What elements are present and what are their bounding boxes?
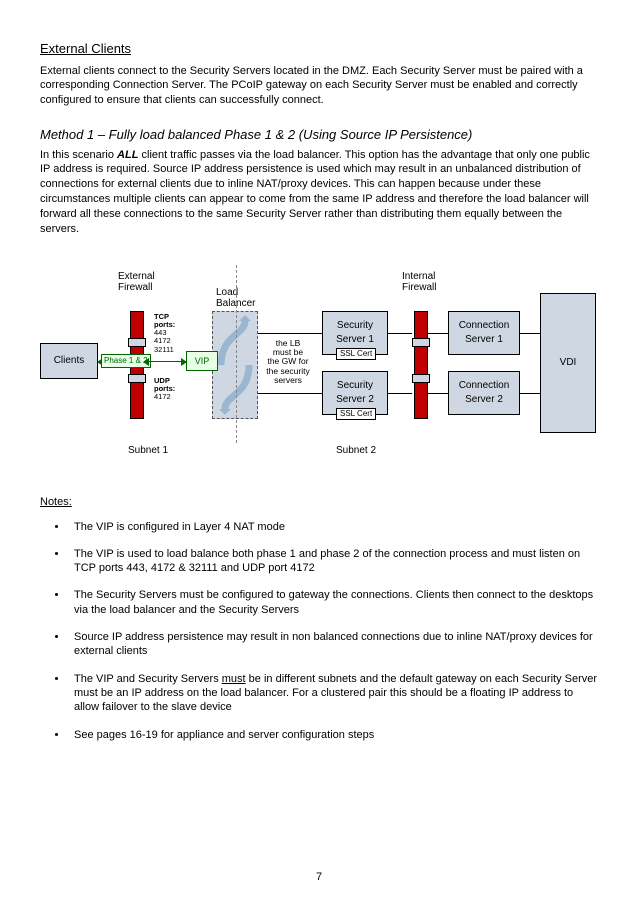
method-paragraph: In this scenario ALL client traffic pass… [40, 148, 598, 237]
lb-gateway-note: the LB must be the GW for the security s… [262, 339, 314, 386]
ssl-cert-badge-1: SSL Cert [336, 348, 376, 361]
vdi-box: VDI [540, 293, 596, 433]
ssl-cert-badge-2: SSL Cert [336, 408, 376, 421]
list-item: The VIP is used to load balance both pha… [68, 547, 598, 576]
arrow-firewall-vip [144, 361, 186, 362]
connector [428, 393, 448, 394]
connection-server-2-box: Connection Server 2 [448, 371, 520, 415]
subnet1-label: Subnet 1 [128, 445, 168, 457]
list-item: The VIP is configured in Layer 4 NAT mod… [68, 520, 598, 534]
list-item: Source IP address persistence may result… [68, 630, 598, 659]
connector [258, 333, 322, 334]
load-balancer-arrows-icon [215, 315, 255, 415]
udp-ports-label: UDPports:4172 [154, 377, 175, 402]
list-item: See pages 16-19 for appliance and server… [68, 728, 598, 742]
connector [520, 393, 540, 394]
list-item: The VIP and Security Servers must be in … [68, 672, 598, 715]
connector [388, 333, 412, 334]
connector [520, 333, 540, 334]
method-title: Method 1 – Fully load balanced Phase 1 &… [40, 126, 598, 144]
connection-server-1-box: Connection Server 1 [448, 311, 520, 355]
notes-list: The VIP is configured in Layer 4 NAT mod… [68, 520, 598, 742]
external-firewall-label: External Firewall [118, 271, 155, 294]
section-title: External Clients [40, 40, 598, 58]
subnet2-label: Subnet 2 [336, 445, 376, 457]
vip-box: VIP [186, 351, 218, 371]
subnet-divider [236, 265, 237, 443]
connector [428, 333, 448, 334]
architecture-diagram: Clients External Firewall Phase 1 & 2 TC… [40, 253, 598, 473]
internal-firewall-bar [414, 311, 428, 419]
list-item: The Security Servers must be configured … [68, 588, 598, 617]
clients-box: Clients [40, 343, 98, 379]
connector [388, 393, 412, 394]
section-paragraph: External clients connect to the Security… [40, 64, 598, 109]
internal-firewall-label: Internal Firewall [402, 271, 436, 294]
notes-heading: Notes: [40, 495, 598, 510]
connector [258, 393, 322, 394]
page-number: 7 [0, 870, 638, 885]
tcp-ports-label: TCPports:443417232111 [154, 313, 175, 354]
